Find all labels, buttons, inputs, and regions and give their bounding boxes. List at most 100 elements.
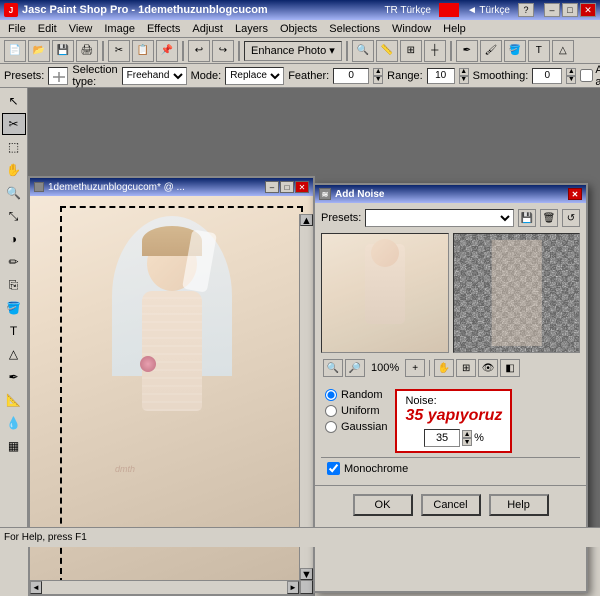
enhance-photo-btn[interactable]: Enhance Photo ▾ [244,41,342,61]
menu-view[interactable]: View [63,22,99,36]
tool-select[interactable]: ✂ [2,113,26,135]
feather-down[interactable]: ▼ [373,76,383,84]
menu-window[interactable]: Window [386,22,437,36]
scroll-right-btn[interactable]: ► [287,581,299,594]
tool-move[interactable]: ✋ [2,159,26,181]
help-btn[interactable]: ? [518,3,534,17]
antialias-checkbox[interactable] [580,69,593,82]
zoom-custom-btn[interactable]: + [405,359,425,377]
scroll-up-btn[interactable]: ▲ [300,214,313,226]
tool-paint[interactable]: ✏ [2,251,26,273]
smoothing-down[interactable]: ▼ [566,76,576,84]
tool-gradient[interactable]: ▦ [2,435,26,457]
presets-label: Presets: [4,70,44,82]
save-btn[interactable]: 💾 [52,40,74,62]
redo-btn[interactable]: ↪ [212,40,234,62]
tool-pen[interactable]: ✒ [2,366,26,388]
copy-btn[interactable]: 📋 [132,40,154,62]
toggle-btn[interactable]: ⊞ [456,359,476,377]
zoom-in-btn[interactable]: 🔎 [345,359,365,377]
shape-btn[interactable]: △ [552,40,574,62]
tool-crop[interactable]: ⬚ [2,136,26,158]
tool-zoom[interactable]: 🔍 [2,182,26,204]
selection-type-select[interactable]: Freehand [122,67,187,85]
radio-uniform-input[interactable] [325,405,337,417]
feather-input[interactable] [333,68,369,84]
menu-edit[interactable]: Edit [32,22,63,36]
scrollbar-horizontal[interactable]: ◄ ► [30,580,299,594]
open-btn[interactable]: 📂 [28,40,50,62]
preset-save-btn[interactable]: 💾 [518,209,536,227]
menu-adjust[interactable]: Adjust [186,22,229,36]
monochrome-checkbox[interactable] [327,462,340,475]
radio-random-input[interactable] [325,389,337,401]
brush-btn[interactable]: 🖌 [480,40,502,62]
text-btn[interactable]: T [528,40,550,62]
feather-up[interactable]: ▲ [373,68,383,76]
tool-measure[interactable]: 📐 [2,389,26,411]
menu-help[interactable]: Help [437,22,472,36]
ruler-btn[interactable]: 📏 [376,40,398,62]
range-up[interactable]: ▲ [459,68,469,76]
grid-btn[interactable]: ⊞ [400,40,422,62]
tool-arrow[interactable]: ↖ [2,90,26,112]
tool-clone[interactable]: ⎘ [2,274,26,296]
maximize-btn[interactable]: □ [562,3,578,17]
menu-objects[interactable]: Objects [274,22,323,36]
radio-gaussian-input[interactable] [325,421,337,433]
menu-file[interactable]: File [2,22,32,36]
view-btn[interactable]: 👁 [478,359,498,377]
help-button[interactable]: Help [489,494,549,516]
range-spin[interactable]: ▲ ▼ [459,68,469,84]
dialog-close-btn[interactable]: ✕ [568,188,582,200]
image-close-btn[interactable]: ✕ [295,181,309,193]
undo-btn[interactable]: ↩ [188,40,210,62]
noise-up-btn[interactable]: ▲ [462,430,472,438]
menu-image[interactable]: Image [98,22,141,36]
tool-eyedrop[interactable]: 💧 [2,412,26,434]
noise-down-btn[interactable]: ▼ [462,438,472,446]
tool-text[interactable]: T [2,320,26,342]
dress-texture [142,291,202,411]
flag-btn[interactable] [439,3,459,17]
smoothing-input[interactable] [532,68,562,84]
feather-spin[interactable]: ▲ ▼ [373,68,383,84]
tool-dodge[interactable]: ◑ [2,228,26,250]
pen-btn[interactable]: ✒ [456,40,478,62]
menu-layers[interactable]: Layers [229,22,274,36]
new-btn[interactable]: 📄 [4,40,26,62]
zoom-btn[interactable]: 🔍 [352,40,374,62]
pan-btn[interactable]: ✋ [434,359,454,377]
menu-effects[interactable]: Effects [141,22,186,36]
image-maximize-btn[interactable]: □ [280,181,294,193]
tool-fill[interactable]: 🪣 [2,297,26,319]
menu-selections[interactable]: Selections [323,22,386,36]
compare-btn[interactable]: ◧ [500,359,520,377]
range-input[interactable] [427,68,455,84]
guides-btn[interactable]: ┼ [424,40,446,62]
preset-delete-btn[interactable]: 🗑 [540,209,558,227]
scroll-left-btn[interactable]: ◄ [30,581,42,594]
noise-spin[interactable]: ▲ ▼ [462,430,472,446]
preset-reset-btn[interactable]: ↺ [562,209,580,227]
ok-button[interactable]: OK [353,494,413,516]
scroll-down-btn[interactable]: ▼ [300,568,313,580]
tool-shape[interactable]: △ [2,343,26,365]
dialog-presets-select[interactable] [365,209,514,227]
cancel-button[interactable]: Cancel [421,494,481,516]
mode-select[interactable]: Replace [225,67,284,85]
tool-deform[interactable]: ⤡ [2,205,26,227]
zoom-out-btn[interactable]: 🔍 [323,359,343,377]
paste-btn[interactable]: 📌 [156,40,178,62]
noise-value-input[interactable] [424,429,460,447]
cut-btn[interactable]: ✂ [108,40,130,62]
image-minimize-btn[interactable]: – [265,181,279,193]
print-btn[interactable]: 🖨 [76,40,98,62]
tattoo: dmth [115,464,135,474]
smoothing-spin[interactable]: ▲ ▼ [566,68,576,84]
fill-btn[interactable]: 🪣 [504,40,526,62]
smoothing-up[interactable]: ▲ [566,68,576,76]
minimize-btn[interactable]: – [544,3,560,17]
close-btn[interactable]: ✕ [580,3,596,17]
range-down[interactable]: ▼ [459,76,469,84]
